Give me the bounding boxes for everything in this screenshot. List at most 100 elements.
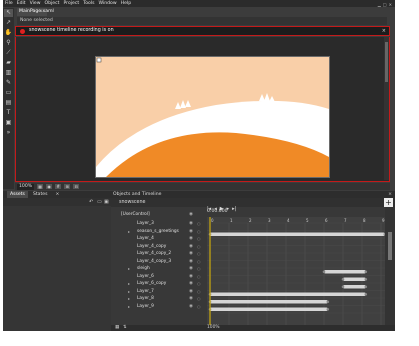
last-frame-icon[interactable]: ▸| xyxy=(232,205,236,214)
panel-close-icon[interactable]: × xyxy=(53,191,63,198)
expander-icon[interactable]: ▸ xyxy=(128,288,130,296)
lock-icon[interactable]: ○ xyxy=(197,243,201,251)
lock-icon[interactable]: ○ xyxy=(197,303,201,311)
artboard-vertical-scrollbar[interactable] xyxy=(384,37,389,180)
menu-project[interactable]: Project xyxy=(63,0,79,7)
lock-icon[interactable]: ○ xyxy=(197,280,201,288)
layout-panel-tool-icon[interactable]: ▤ xyxy=(4,99,13,107)
keyframe-marker[interactable] xyxy=(341,277,345,281)
menu-help[interactable]: Help xyxy=(121,0,131,7)
close-window-icon[interactable]: ✕ xyxy=(389,1,392,8)
lock-icon[interactable]: ○ xyxy=(197,258,201,266)
timeline-area[interactable]: 0123456789 xyxy=(207,217,385,325)
state-transition-icon[interactable]: ▭ xyxy=(97,199,102,205)
state-options-icon[interactable]: ▣ xyxy=(104,199,109,205)
tree-row[interactable]: ▸ Layer_7 ◉ ○ xyxy=(111,288,207,296)
new-storyboard-button[interactable]: + xyxy=(384,198,393,207)
rendering-toggle-icon[interactable]: ▦ xyxy=(37,184,44,189)
timeline-vertical-scrollbar[interactable] xyxy=(385,207,395,325)
visibility-eye-icon[interactable]: ◉ xyxy=(189,250,193,258)
keyframe-marker[interactable] xyxy=(326,300,330,304)
visibility-eye-icon[interactable]: ◉ xyxy=(189,243,193,251)
visibility-eye-icon[interactable]: ◉ xyxy=(189,273,193,281)
visibility-eye-icon[interactable]: ◉ xyxy=(189,295,193,303)
add-state-group-icon[interactable]: ↶ xyxy=(89,199,93,205)
tree-row[interactable]: ▸ season_s_greetings ◉ ○ xyxy=(111,228,207,236)
menu-tools[interactable]: Tools xyxy=(83,0,94,7)
visibility-eye-icon[interactable]: ◉ xyxy=(189,220,193,228)
tree-row-usercontrol[interactable]: [UserControl] ◉ xyxy=(111,211,207,219)
menu-file[interactable]: File xyxy=(5,0,13,7)
tree-row[interactable]: Layer_4_copy_2 ◉ ○ xyxy=(111,250,207,258)
visibility-eye-icon[interactable]: ◉ xyxy=(189,303,193,311)
minimize-icon[interactable]: ▁ xyxy=(378,1,381,8)
tree-sort-icon[interactable]: ▦ xyxy=(115,325,119,331)
tree-row[interactable]: ▸ sleigh ◉ ○ xyxy=(111,265,207,273)
tab-assets[interactable]: Assets xyxy=(7,191,28,198)
keyframe-span[interactable] xyxy=(210,292,366,297)
grid-toggle-icon[interactable]: # xyxy=(55,184,62,189)
tree-row[interactable]: Layer_4 ◉ ○ xyxy=(111,235,207,243)
keyframe-marker[interactable] xyxy=(341,285,345,289)
selection-tool-icon[interactable]: ↖ xyxy=(4,9,13,17)
keyframe-span[interactable] xyxy=(210,232,385,237)
timeline-zoom[interactable]: 100% xyxy=(207,325,220,331)
layout-root-handle[interactable] xyxy=(96,57,102,63)
document-tab-close-icon[interactable]: × xyxy=(39,8,43,16)
lock-icon[interactable]: ○ xyxy=(197,288,201,296)
objects-panel-close-icon[interactable]: × xyxy=(388,191,392,198)
keyframe-marker[interactable] xyxy=(364,270,368,274)
menu-window[interactable]: Window xyxy=(99,0,117,7)
visibility-eye-icon[interactable]: ◉ xyxy=(189,211,193,219)
menu-view[interactable]: View xyxy=(30,0,41,7)
lock-icon[interactable]: ○ xyxy=(197,273,201,281)
storyboard-name[interactable]: snowscene xyxy=(119,198,145,207)
visibility-eye-icon[interactable]: ◉ xyxy=(189,258,193,266)
expander-icon[interactable]: ▸ xyxy=(128,265,130,273)
rectangle-tool-icon[interactable]: ▭ xyxy=(4,89,13,97)
keyframe-span[interactable] xyxy=(343,285,366,289)
record-dot-icon[interactable] xyxy=(20,29,25,34)
artboard[interactable] xyxy=(15,37,390,182)
effects-toggle-icon[interactable]: ◉ xyxy=(46,184,53,189)
timecode[interactable]: 0:00.000 xyxy=(207,209,228,214)
lock-icon[interactable]: ○ xyxy=(197,235,201,243)
visibility-eye-icon[interactable]: ◉ xyxy=(189,228,193,236)
expander-icon[interactable]: ▸ xyxy=(128,228,130,236)
pen-tool-icon[interactable]: ✎ xyxy=(4,79,13,87)
maximize-icon[interactable]: □ xyxy=(383,1,387,8)
direct-selection-tool-icon[interactable]: ↗ xyxy=(4,19,13,27)
scroll-thumb[interactable] xyxy=(385,42,388,82)
zoom-tool-icon[interactable]: ⚲ xyxy=(4,39,13,47)
lock-icon[interactable]: ○ xyxy=(197,295,201,303)
keyframe-marker[interactable] xyxy=(364,292,368,296)
expander-icon[interactable]: ▸ xyxy=(128,295,130,303)
keyframe-marker[interactable] xyxy=(326,307,330,311)
expander-icon[interactable]: ▸ xyxy=(128,280,130,288)
zoom-level[interactable]: 100% xyxy=(17,183,35,190)
text-tool-icon[interactable]: T xyxy=(4,109,13,117)
tree-row[interactable]: Layer_4_copy ◉ ○ xyxy=(111,243,207,251)
keyframe-marker[interactable] xyxy=(364,277,368,281)
tree-row[interactable]: Layer_6 ◉ ○ xyxy=(111,273,207,281)
keyframe-marker[interactable] xyxy=(322,270,326,274)
menu-edit[interactable]: Edit xyxy=(17,0,26,7)
tree-row[interactable]: Layer_3 ◉ ○ xyxy=(111,220,207,228)
keyframe-marker[interactable] xyxy=(364,285,368,289)
keyframe-span[interactable] xyxy=(324,270,366,274)
visibility-eye-icon[interactable]: ◉ xyxy=(189,235,193,243)
lock-icon[interactable]: ○ xyxy=(197,265,201,273)
visibility-eye-icon[interactable]: ◉ xyxy=(189,280,193,288)
menu-object[interactable]: Object xyxy=(45,0,60,7)
snap-lines-icon[interactable]: ⊟ xyxy=(73,184,80,189)
keyframe-span[interactable] xyxy=(210,307,328,312)
visibility-eye-icon[interactable]: ◉ xyxy=(189,288,193,296)
scroll-thumb[interactable] xyxy=(388,232,392,260)
keyframe-span[interactable] xyxy=(343,277,366,282)
tree-expand-icon[interactable]: ⇅ xyxy=(123,325,127,331)
paint-bucket-tool-icon[interactable]: ▰ xyxy=(4,59,13,67)
lock-icon[interactable]: ○ xyxy=(197,250,201,258)
snap-grid-icon[interactable]: ⊞ xyxy=(64,184,71,189)
eyedropper-tool-icon[interactable]: ⟋ xyxy=(4,49,13,57)
visibility-eye-icon[interactable]: ◉ xyxy=(189,265,193,273)
